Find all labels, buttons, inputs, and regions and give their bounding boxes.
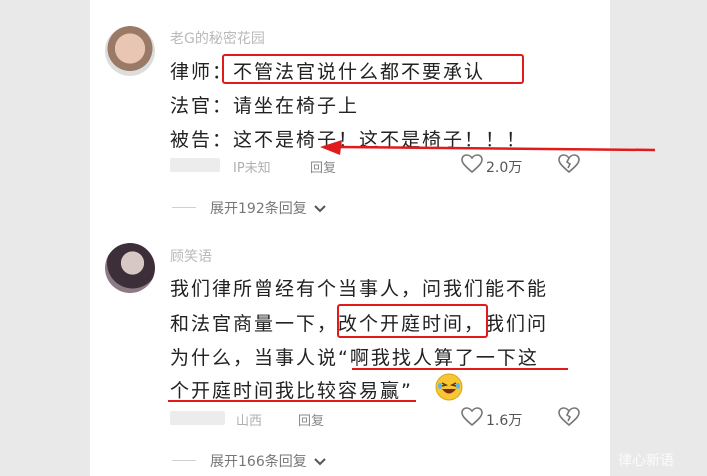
comment-text-line: 我们律所曾经有个当事人，问我们能不能 bbox=[170, 278, 549, 300]
ip-location: IP未知 bbox=[233, 161, 271, 176]
avatar[interactable] bbox=[105, 26, 155, 76]
dislike-icon[interactable] bbox=[557, 407, 581, 427]
avatar[interactable] bbox=[105, 243, 155, 293]
chevron-down-icon bbox=[314, 458, 326, 466]
blurred-timestamp bbox=[170, 158, 220, 172]
annotation-underline bbox=[168, 400, 416, 402]
heart-icon[interactable] bbox=[461, 407, 483, 427]
ip-location: 山西 bbox=[236, 414, 263, 429]
comment-username[interactable]: 老G的秘密花园 bbox=[170, 28, 265, 48]
comment-text-line: 个开庭时间我比较容易赢” bbox=[170, 380, 413, 402]
reply-button[interactable]: 回复 bbox=[298, 410, 324, 429]
annotation-underline bbox=[352, 368, 568, 370]
like-count: 2.0万 bbox=[486, 160, 523, 176]
divider bbox=[172, 207, 196, 208]
comment-username[interactable]: 顾笑语 bbox=[170, 246, 212, 266]
annotation-arrow bbox=[320, 140, 656, 155]
watermark: 律心新语 bbox=[618, 453, 674, 469]
divider bbox=[172, 460, 196, 461]
expand-replies-button[interactable]: 展开166条回复 bbox=[210, 451, 327, 471]
blurred-timestamp bbox=[170, 411, 225, 425]
comment-text-line: 法官：请坐在椅子上 bbox=[170, 95, 360, 117]
annotation-box bbox=[222, 54, 524, 84]
chevron-down-icon bbox=[314, 205, 326, 213]
like-count: 1.6万 bbox=[486, 413, 523, 429]
comment-text-line: 为什么，当事人说“啊我找人算了一下这 bbox=[170, 347, 539, 369]
expand-replies-button[interactable]: 展开192条回复 bbox=[210, 198, 327, 218]
annotation-box bbox=[337, 304, 488, 338]
laughing-emoji-icon bbox=[435, 373, 463, 401]
